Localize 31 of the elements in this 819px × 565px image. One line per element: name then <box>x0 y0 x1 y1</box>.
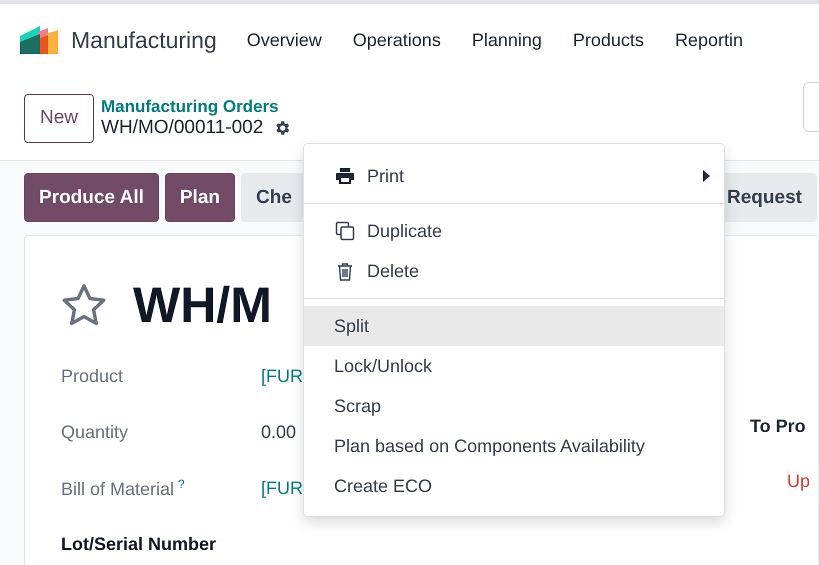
menu-item[interactable]: Split <box>304 306 724 346</box>
field-value: 0.00 <box>261 422 296 442</box>
action-button[interactable]: Plan <box>164 173 235 222</box>
field-label: Bill of Material $^{?}$ <box>61 476 186 500</box>
new-button[interactable]: New <box>24 94 94 142</box>
copy-icon <box>334 221 356 241</box>
field-label: Lot/Serial Number <box>61 534 218 554</box>
printer-icon <box>334 167 356 185</box>
nav-menu-item[interactable]: Operations <box>352 30 441 50</box>
breadcrumb-link[interactable]: Manufacturing Orders <box>101 97 292 117</box>
nav-menu-item[interactable]: Reportin <box>674 30 743 50</box>
nav-menu-item[interactable]: Products <box>572 30 644 50</box>
field-value[interactable]: [FUR <box>261 478 303 498</box>
record-title: WH/M <box>133 276 272 334</box>
field-label: Quantity <box>61 422 130 442</box>
app-logo-icon <box>20 26 58 54</box>
nav-menu-item[interactable]: Planning <box>472 30 542 50</box>
field-label: To Pro <box>750 416 806 437</box>
app-name[interactable]: Manufacturing <box>71 26 217 54</box>
menu-item[interactable]: Create ECO <box>304 466 724 506</box>
menu-item[interactable]: Scrap <box>304 386 724 426</box>
menu-item[interactable]: Delete <box>304 251 724 291</box>
warning-text: Up <box>787 471 810 492</box>
menu-item[interactable]: Lock/Unlock <box>304 346 724 386</box>
star-icon[interactable] <box>61 283 107 327</box>
action-button[interactable]: Produce All <box>24 173 159 222</box>
field-value[interactable]: [FUR <box>261 366 303 386</box>
record-name: WH/MO/00011-002 <box>101 117 264 139</box>
menu-item[interactable]: Plan based on Components Availability <box>304 426 724 466</box>
field-label: Product <box>61 366 124 386</box>
nav-menu-item[interactable]: Overview <box>246 30 322 50</box>
